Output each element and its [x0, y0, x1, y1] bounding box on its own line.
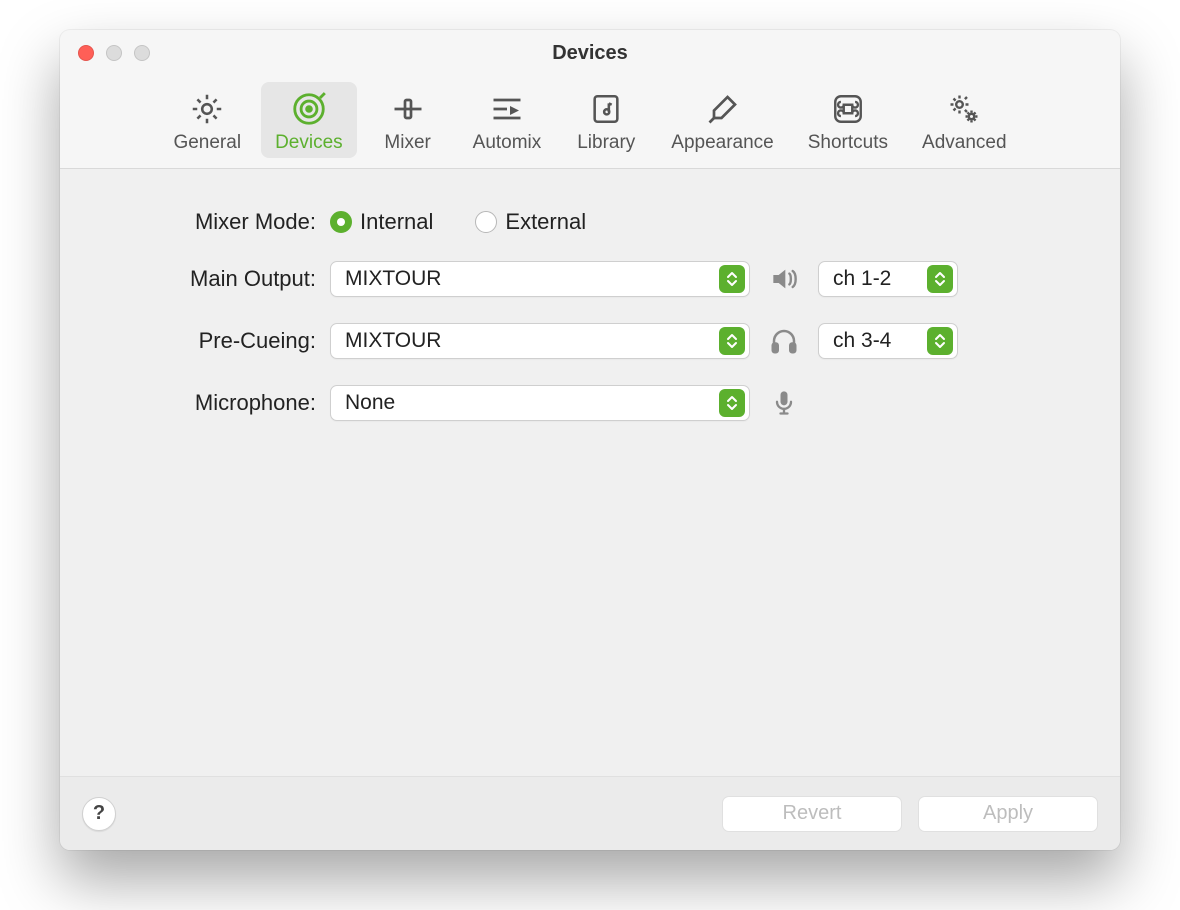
- radio-external[interactable]: External: [475, 209, 586, 235]
- tab-library[interactable]: Library: [561, 82, 651, 158]
- tab-mixer[interactable]: Mixer: [363, 82, 453, 158]
- main-output-label: Main Output:: [130, 266, 330, 292]
- button-label: Revert: [783, 802, 842, 825]
- content-pane: Mixer Mode: Internal External Main Outpu…: [60, 169, 1120, 776]
- help-button[interactable]: ?: [82, 797, 116, 831]
- tab-label: Automix: [473, 132, 542, 154]
- microphone-icon: [766, 385, 802, 421]
- tabs-container: General Devices: [159, 82, 1020, 158]
- close-window-button[interactable]: [78, 45, 94, 61]
- dropdown-arrows-icon: [927, 327, 953, 355]
- select-value: MIXTOUR: [345, 329, 441, 353]
- traffic-lights: [60, 45, 150, 61]
- tab-shortcuts[interactable]: Shortcuts: [794, 82, 902, 158]
- microphone-device-select[interactable]: None: [330, 385, 750, 421]
- radio-label: External: [505, 209, 586, 235]
- radio-dot-icon: [475, 211, 497, 233]
- row-microphone: Microphone: None: [130, 385, 1050, 421]
- paintbrush-icon: [702, 88, 744, 130]
- gear-icon: [186, 88, 228, 130]
- tab-devices[interactable]: Devices: [261, 82, 357, 158]
- tab-automix[interactable]: Automix: [459, 82, 556, 158]
- row-pre-cueing: Pre-Cueing: MIXTOUR ch 3-4: [130, 323, 1050, 359]
- select-value: MIXTOUR: [345, 267, 441, 291]
- preferences-window: Devices General: [60, 30, 1120, 850]
- help-icon: ?: [93, 802, 105, 825]
- footer: ? Revert Apply: [60, 776, 1120, 850]
- speaker-icon: [288, 88, 330, 130]
- dropdown-arrows-icon: [927, 265, 953, 293]
- mixer-mode-label: Mixer Mode:: [130, 209, 330, 235]
- window-title: Devices: [60, 42, 1120, 65]
- titlebar: Devices: [60, 30, 1120, 76]
- tab-appearance[interactable]: Appearance: [657, 82, 787, 158]
- double-gear-icon: [943, 88, 985, 130]
- tab-label: Library: [577, 132, 635, 154]
- tab-advanced[interactable]: Advanced: [908, 82, 1021, 158]
- command-key-icon: [827, 88, 869, 130]
- music-file-icon: [585, 88, 627, 130]
- main-output-device-select[interactable]: MIXTOUR: [330, 261, 750, 297]
- playlist-icon: [486, 88, 528, 130]
- speaker-volume-icon: [766, 261, 802, 297]
- select-value: ch 1-2: [833, 267, 891, 291]
- microphone-label: Microphone:: [130, 390, 330, 416]
- row-main-output: Main Output: MIXTOUR ch 1-2: [130, 261, 1050, 297]
- select-value: ch 3-4: [833, 329, 891, 353]
- tab-label: Devices: [275, 132, 343, 154]
- radio-internal[interactable]: Internal: [330, 209, 433, 235]
- tab-general[interactable]: General: [159, 82, 255, 158]
- dropdown-arrows-icon: [719, 265, 745, 293]
- tab-label: General: [173, 132, 241, 154]
- minimize-window-button[interactable]: [106, 45, 122, 61]
- select-value: None: [345, 391, 395, 415]
- pre-cueing-device-select[interactable]: MIXTOUR: [330, 323, 750, 359]
- tab-label: Appearance: [671, 132, 773, 154]
- row-mixer-mode: Mixer Mode: Internal External: [130, 209, 1050, 235]
- tab-label: Mixer: [384, 132, 430, 154]
- apply-button[interactable]: Apply: [918, 796, 1098, 832]
- headphones-icon: [766, 323, 802, 359]
- dropdown-arrows-icon: [719, 327, 745, 355]
- pre-cueing-label: Pre-Cueing:: [130, 328, 330, 354]
- radio-dot-icon: [330, 211, 352, 233]
- tab-label: Advanced: [922, 132, 1007, 154]
- mixer-slider-icon: [387, 88, 429, 130]
- tab-label: Shortcuts: [808, 132, 888, 154]
- pre-cueing-channel-select[interactable]: ch 3-4: [818, 323, 958, 359]
- main-output-channel-select[interactable]: ch 1-2: [818, 261, 958, 297]
- radio-label: Internal: [360, 209, 433, 235]
- button-label: Apply: [983, 802, 1033, 825]
- dropdown-arrows-icon: [719, 389, 745, 417]
- toolbar: General Devices: [60, 76, 1120, 169]
- revert-button[interactable]: Revert: [722, 796, 902, 832]
- zoom-window-button[interactable]: [134, 45, 150, 61]
